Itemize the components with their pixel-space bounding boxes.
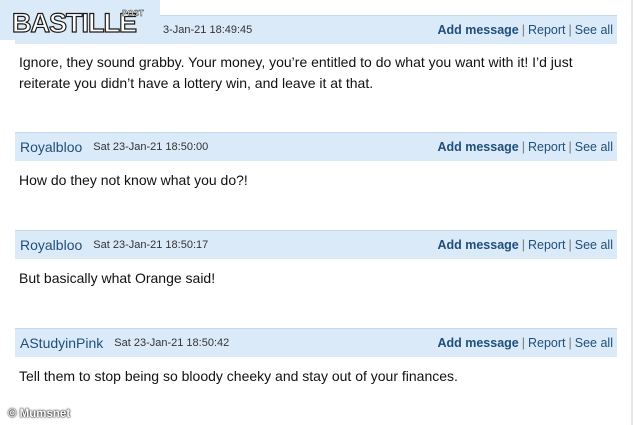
post-body: But basically what Orange said! <box>19 270 216 286</box>
post-actions: Add message | Report | See all <box>437 140 613 154</box>
post-date: Sat 23-Jan-21 18:50:17 <box>93 239 209 251</box>
post: AStudyinPink Sat 23-Jan-21 18:50:42 Add … <box>15 328 617 398</box>
post-body: Tell them to stop being so bloody cheeky… <box>19 368 458 384</box>
add-message-link[interactable]: Add message <box>437 140 518 154</box>
post-body: How do they not know what you do?! <box>19 172 248 188</box>
logo-icon: BASTILLE POST <box>12 7 144 36</box>
post: Royalbloo Sat 23-Jan-21 18:50:17 Add mes… <box>15 230 617 300</box>
mumsnet-watermark: © Mumsnet <box>8 408 71 420</box>
post-username[interactable]: Royalbloo <box>20 237 82 253</box>
post-actions: Add message | Report | See all <box>437 336 613 350</box>
add-message-link[interactable]: Add message <box>437 336 518 350</box>
bastille-post-logo: BASTILLE POST <box>0 0 160 40</box>
post: Royalbloo Sat 23-Jan-21 18:50:00 Add mes… <box>15 132 617 202</box>
post-header: Royalbloo Sat 23-Jan-21 18:50:00 Add mes… <box>15 132 617 161</box>
report-link[interactable]: Report <box>528 23 566 37</box>
post-actions: Add message | Report | See all <box>437 23 613 37</box>
report-link[interactable]: Report <box>528 336 566 350</box>
report-link[interactable]: Report <box>528 140 566 154</box>
add-message-link[interactable]: Add message <box>437 238 518 252</box>
see-all-link[interactable]: See all <box>575 23 613 37</box>
post-body: Ignore, they sound grabby. Your money, y… <box>19 54 573 91</box>
post-date: 3-Jan-21 18:49:45 <box>163 24 253 36</box>
post-date: Sat 23-Jan-21 18:50:00 <box>93 141 209 153</box>
post-header: Royalbloo Sat 23-Jan-21 18:50:17 Add mes… <box>15 230 617 259</box>
see-all-link[interactable]: See all <box>575 140 613 154</box>
post-username[interactable]: AStudyinPink <box>20 335 103 351</box>
post-username[interactable]: Royalbloo <box>20 139 82 155</box>
logo-subtext: POST <box>122 9 144 18</box>
post-header: AStudyinPink Sat 23-Jan-21 18:50:42 Add … <box>15 328 617 357</box>
post-date: Sat 23-Jan-21 18:50:42 <box>114 337 230 349</box>
logo-text: BASTILLE <box>12 8 136 36</box>
see-all-link[interactable]: See all <box>575 238 613 252</box>
see-all-link[interactable]: See all <box>575 336 613 350</box>
add-message-link[interactable]: Add message <box>437 23 518 37</box>
report-link[interactable]: Report <box>528 238 566 252</box>
post-actions: Add message | Report | See all <box>437 238 613 252</box>
